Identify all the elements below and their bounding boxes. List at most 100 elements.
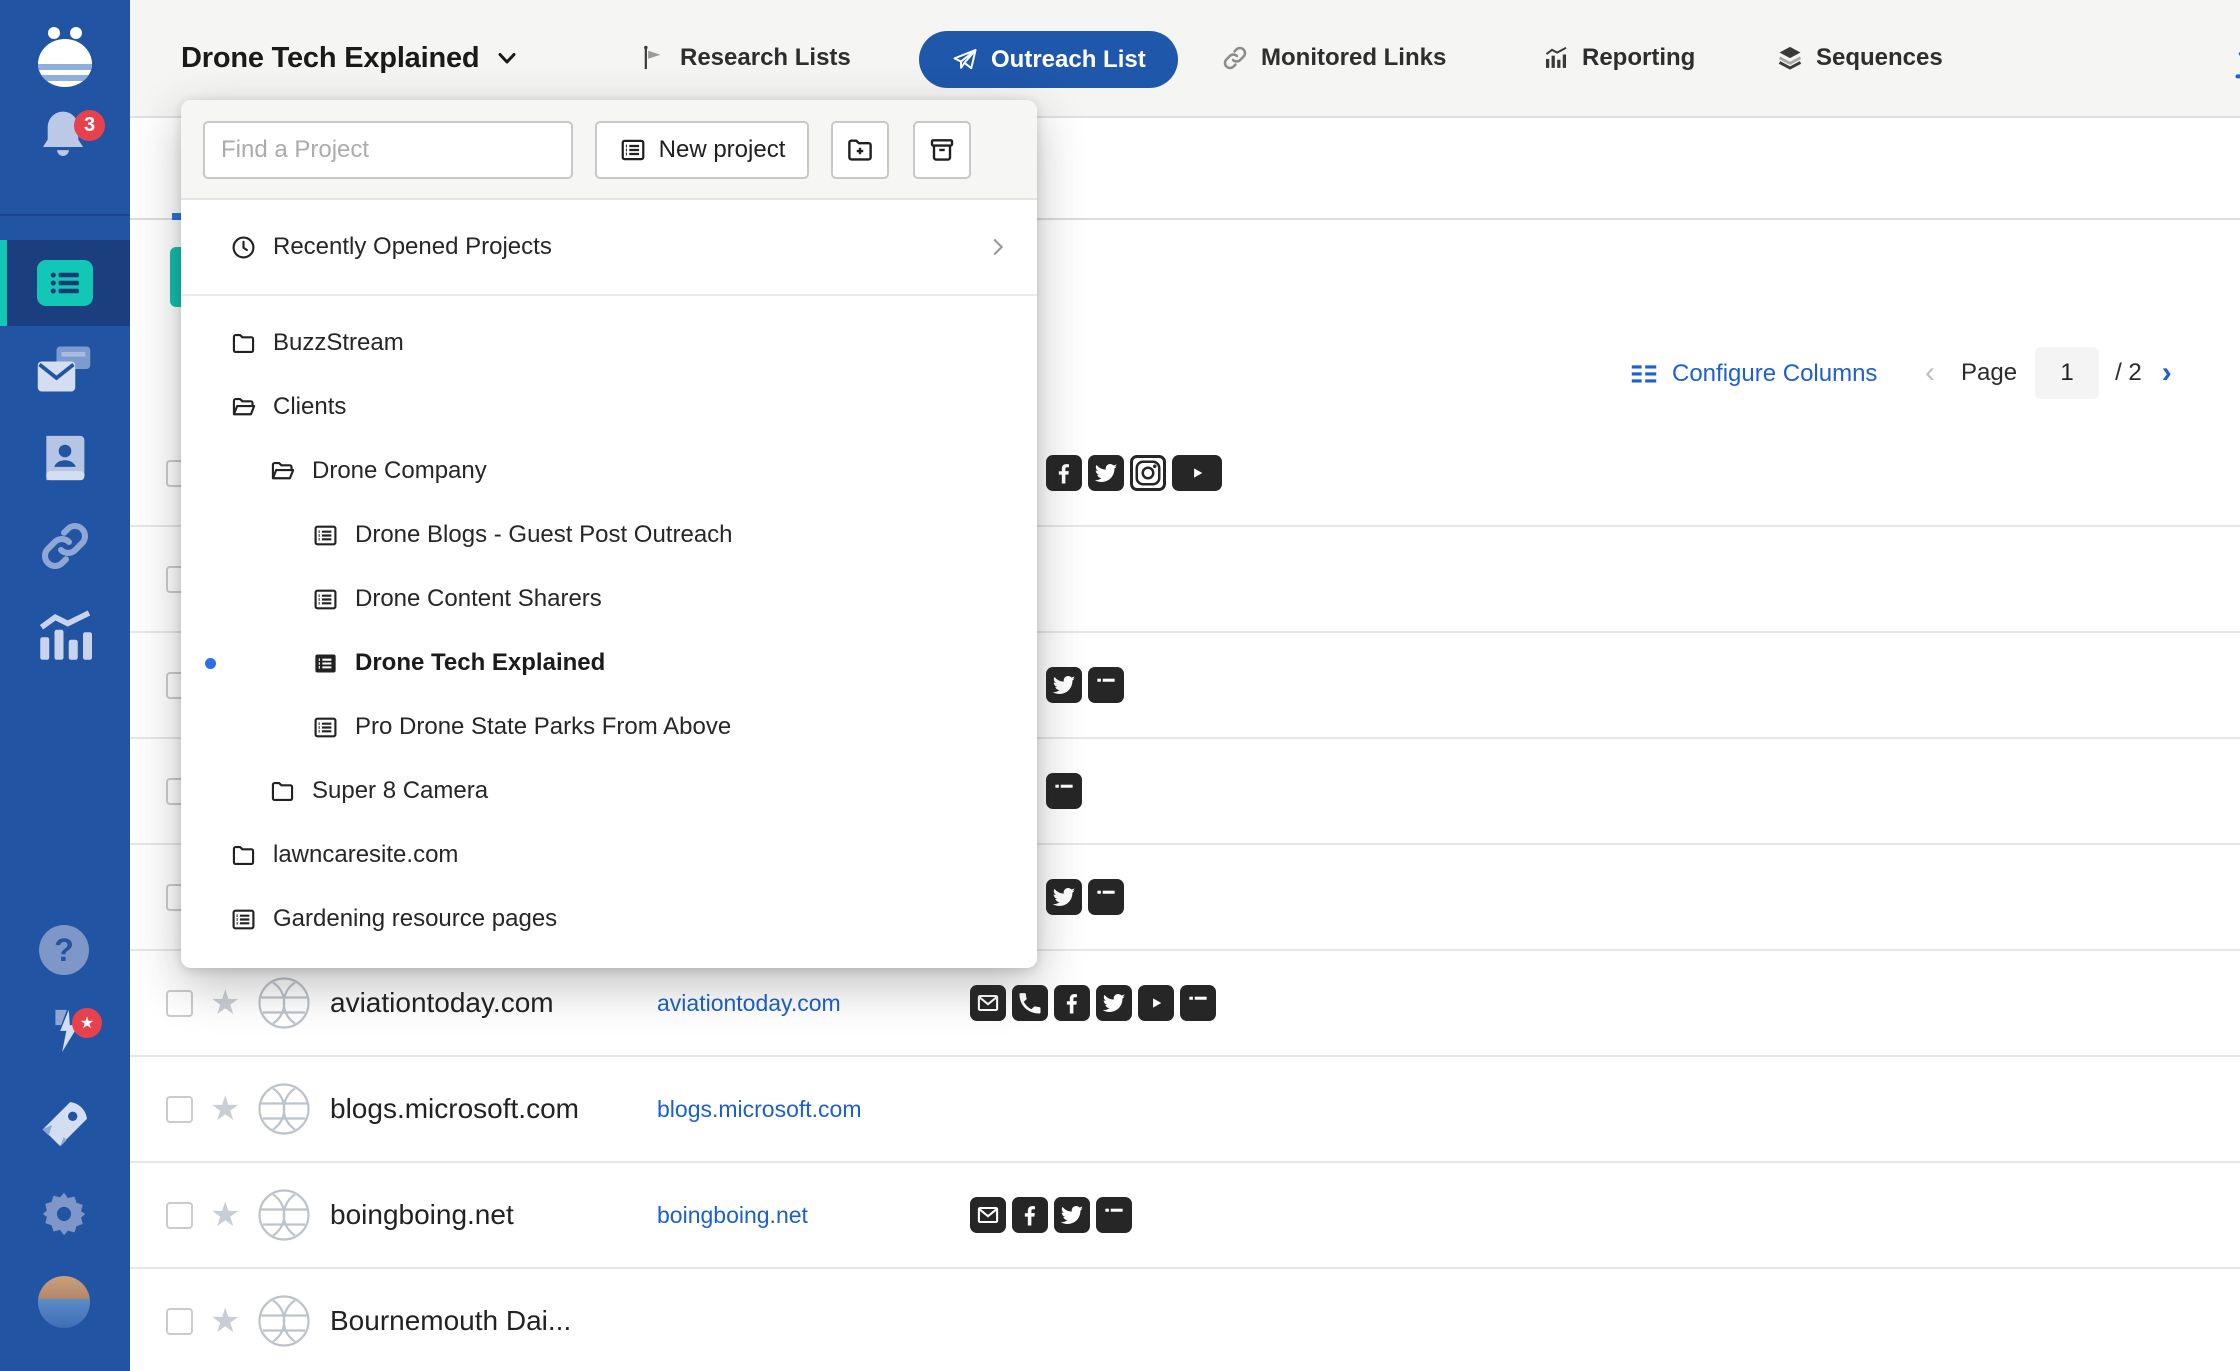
pagination: ‹ Page / 2 › xyxy=(1925,347,2172,399)
favorite-star-icon[interactable]: ★ xyxy=(210,1089,240,1129)
sidebar-divider xyxy=(0,214,130,216)
sidebar-item-getting-started[interactable] xyxy=(37,1096,93,1152)
facebook-icon[interactable] xyxy=(1046,455,1082,491)
page-total: / 2 xyxy=(2115,359,2142,387)
nav-item-sequences[interactable]: Sequences xyxy=(1776,0,1943,116)
youtube-icon[interactable] xyxy=(1138,985,1174,1021)
buzzstream-bee-logo[interactable] xyxy=(33,24,97,90)
folder-plus-icon xyxy=(845,135,875,165)
project-tree-item[interactable]: Gardening resource pages xyxy=(181,887,1037,951)
recently-opened-projects[interactable]: Recently Opened Projects xyxy=(181,200,1037,294)
website-name[interactable]: aviationtoday.com xyxy=(330,987,554,1019)
table-row: ★ Bournemouth Dai... xyxy=(130,1269,2240,1371)
chain-icon xyxy=(1221,44,1249,72)
row-checkbox[interactable] xyxy=(166,1308,193,1335)
sidebar-item-lists[interactable] xyxy=(0,240,130,326)
twitter-icon[interactable] xyxy=(1046,667,1082,703)
favorite-star-icon[interactable]: ★ xyxy=(210,983,240,1023)
nav-item-label: Monitored Links xyxy=(1261,44,1446,72)
twitter-icon[interactable] xyxy=(1096,985,1132,1021)
project-tree-item[interactable]: Drone Company xyxy=(181,439,1037,503)
archive-button[interactable] xyxy=(913,121,971,179)
project-tree-item[interactable]: lawncaresite.com xyxy=(181,823,1037,887)
new-project-button[interactable]: New project xyxy=(595,121,809,179)
project-tree-label: Pro Drone State Parks From Above xyxy=(355,713,731,741)
project-tree-item[interactable]: Clients xyxy=(181,375,1037,439)
page-number-input[interactable] xyxy=(2035,347,2099,399)
project-tree-item[interactable]: Pro Drone State Parks From Above xyxy=(181,695,1037,759)
browser-icon[interactable] xyxy=(1088,879,1124,915)
nav-item-research-lists[interactable]: Research Lists xyxy=(640,0,851,116)
project-tree-item[interactable]: Super 8 Camera xyxy=(181,759,1037,823)
project-tree-item[interactable]: Drone Tech Explained xyxy=(181,631,1037,695)
instagram-icon[interactable] xyxy=(1130,455,1166,491)
new-folder-button[interactable] xyxy=(831,121,889,179)
reports-icon xyxy=(34,606,94,666)
website-name[interactable]: boingboing.net xyxy=(330,1199,514,1231)
flag-icon xyxy=(640,44,668,72)
clock-icon xyxy=(230,234,257,261)
website-name[interactable]: Bournemouth Dai... xyxy=(330,1305,571,1337)
browser-icon[interactable] xyxy=(1096,1197,1132,1233)
website-name[interactable]: blogs.microsoft.com xyxy=(330,1093,579,1125)
sidebar-item-reports[interactable] xyxy=(34,606,94,662)
next-page-button[interactable]: › xyxy=(2162,358,2172,388)
browser-icon[interactable] xyxy=(1180,985,1216,1021)
website-link[interactable]: blogs.microsoft.com xyxy=(657,1096,862,1123)
project-dropdown-header: New project xyxy=(181,100,1037,200)
nav-item-outreach-list[interactable]: Outreach List xyxy=(919,31,1178,88)
row-checkbox[interactable] xyxy=(166,1096,193,1123)
twitter-icon[interactable] xyxy=(1046,879,1082,915)
page-label: Page xyxy=(1961,359,2017,387)
youtube-icon[interactable] xyxy=(1172,455,1222,491)
favorite-star-icon[interactable]: ★ xyxy=(210,1301,240,1341)
project-switcher[interactable]: Drone Tech Explained xyxy=(181,0,519,116)
favorite-star-icon[interactable]: ★ xyxy=(210,1195,240,1235)
twitter-icon[interactable] xyxy=(1088,455,1124,491)
browser-icon[interactable] xyxy=(1088,667,1124,703)
sidebar-item-settings[interactable] xyxy=(39,1189,89,1239)
twitter-icon[interactable] xyxy=(1054,1197,1090,1233)
project-tree-label: Drone Content Sharers xyxy=(355,585,602,613)
sidebar-item-links[interactable] xyxy=(37,518,93,574)
folder-open-icon xyxy=(269,458,296,485)
contact-icons xyxy=(970,1197,1132,1233)
contact-icons xyxy=(970,985,1216,1021)
nav-item-monitored-links[interactable]: Monitored Links xyxy=(1221,0,1446,116)
sidebar-item-email[interactable] xyxy=(34,344,94,400)
sidebar: 3 xyxy=(0,0,130,1371)
recently-opened-label: Recently Opened Projects xyxy=(273,233,552,261)
folder-icon xyxy=(269,778,296,805)
email-icon[interactable] xyxy=(970,985,1006,1021)
previous-page-button[interactable]: ‹ xyxy=(1925,358,1935,388)
find-project-input[interactable] xyxy=(203,121,573,179)
email-icon xyxy=(34,344,94,399)
row-checkbox[interactable] xyxy=(166,990,193,1017)
active-project-dot xyxy=(205,658,216,669)
sidebar-item-account[interactable] xyxy=(38,1276,90,1328)
contact-icons xyxy=(1046,879,1124,915)
project-tree-label: Drone Company xyxy=(312,457,487,485)
sidebar-item-contacts[interactable] xyxy=(37,430,93,486)
upload-icon[interactable] xyxy=(2230,38,2240,82)
project-tree-item[interactable]: Drone Content Sharers xyxy=(181,567,1037,631)
sidebar-item-help[interactable]: ? xyxy=(39,925,89,975)
configure-columns-button[interactable]: Configure Columns xyxy=(1630,360,1877,388)
project-tree-label: BuzzStream xyxy=(273,329,404,357)
website-link[interactable]: aviationtoday.com xyxy=(657,990,841,1017)
browser-icon[interactable] xyxy=(1046,773,1082,809)
user-avatar xyxy=(38,1276,90,1328)
dropdown-divider xyxy=(181,294,1037,296)
project-tree-item[interactable]: BuzzStream xyxy=(181,311,1037,375)
project-tree-item[interactable]: Drone Blogs - Guest Post Outreach xyxy=(181,503,1037,567)
nav-item-reporting[interactable]: Reporting xyxy=(1542,0,1695,116)
phone-icon[interactable] xyxy=(1012,985,1048,1021)
project-tree-label: Drone Tech Explained xyxy=(355,649,605,677)
email-icon[interactable] xyxy=(970,1197,1006,1233)
project-dropdown-panel: New project Recently Opened Projec xyxy=(181,100,1037,968)
row-checkbox[interactable] xyxy=(166,1202,193,1229)
website-link[interactable]: boingboing.net xyxy=(657,1202,808,1229)
links-icon xyxy=(37,518,93,574)
facebook-icon[interactable] xyxy=(1012,1197,1048,1233)
facebook-icon[interactable] xyxy=(1054,985,1090,1021)
